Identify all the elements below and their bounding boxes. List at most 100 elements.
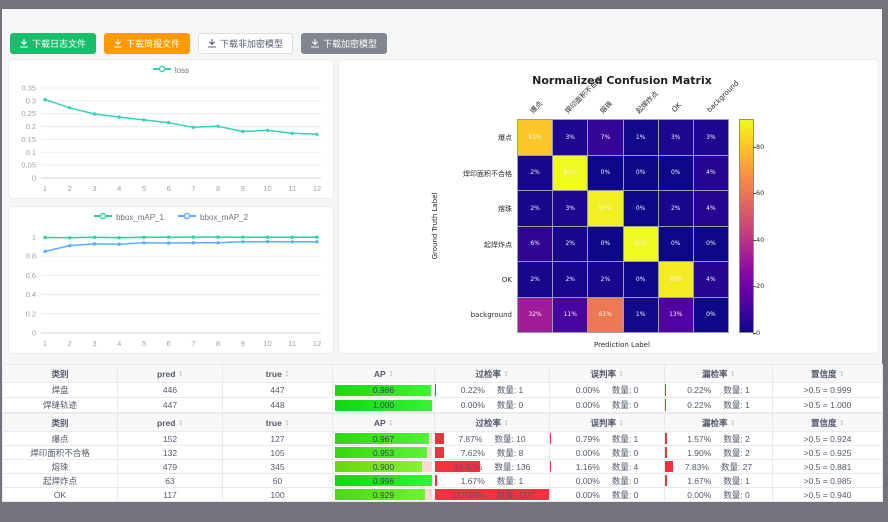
- ap-bar-track: 0.953: [335, 447, 432, 458]
- cm-cell-value: 81%: [528, 134, 541, 141]
- column-header-label: pred: [157, 369, 175, 379]
- confidence-cell: >0.5 = 0.925: [773, 446, 883, 460]
- column-header-over-rate[interactable]: 过检率▲▼: [435, 414, 550, 432]
- cm-cell: 0%: [624, 156, 658, 191]
- column-header-ap[interactable]: AP▲▼: [333, 414, 435, 432]
- column-header-miss-rate[interactable]: 漏检率▲▼: [665, 365, 773, 383]
- class-cell-value: 焊缝轨迹: [43, 400, 77, 410]
- svg-text:12: 12: [313, 184, 321, 193]
- svg-text:0.3: 0.3: [26, 96, 36, 105]
- rate-percent: 7.62%: [461, 448, 485, 458]
- svg-text:7: 7: [191, 339, 195, 348]
- rate-percent: 0.22%: [687, 400, 711, 410]
- button-label: 下载简报文件: [126, 37, 180, 50]
- cm-cell: 61%: [588, 298, 622, 333]
- rate-count: 数量: 4: [612, 461, 638, 473]
- cm-cell-value: 0%: [671, 169, 681, 176]
- column-header-true[interactable]: true▲▼: [223, 414, 333, 432]
- pred-cell: 446: [118, 383, 223, 398]
- rate-bar: [665, 433, 667, 444]
- cm-cell: 0%: [694, 298, 728, 333]
- download-icon: [20, 39, 28, 48]
- rate-bar: [435, 447, 444, 458]
- misjudge-rate-cell-content: 0.00%数量: 0: [550, 474, 664, 487]
- table-header-row: 类别pred▲▼true▲▼AP▲▼过检率▲▼误判率▲▼漏检率▲▼置信度▲▼: [3, 365, 883, 383]
- download-encrypted-model-button[interactable]: 下载加密模型: [301, 33, 387, 54]
- svg-text:11: 11: [288, 184, 296, 193]
- download-plain-model-button[interactable]: 下载非加密模型: [198, 33, 293, 54]
- table-header-row: 类别pred▲▼true▲▼AP▲▼过检率▲▼误判率▲▼漏检率▲▼置信度▲▼: [3, 414, 883, 432]
- cm-colorbar-tick: 0: [756, 329, 760, 337]
- column-header-label: true: [266, 369, 282, 379]
- rate-count: 数量: 136: [494, 461, 530, 473]
- column-header-confidence[interactable]: 置信度▲▼: [773, 414, 883, 432]
- true-cell: 345: [223, 460, 333, 474]
- svg-text:0: 0: [32, 329, 36, 338]
- rate-percent: 1.16%: [576, 462, 600, 472]
- cm-cell-value: 6%: [530, 240, 540, 247]
- svg-text:0.8: 0.8: [26, 252, 36, 261]
- column-header-confidence[interactable]: 置信度▲▼: [773, 365, 883, 383]
- column-header-misjudge-rate[interactable]: 误判率▲▼: [550, 414, 665, 432]
- cm-col-label: OK: [670, 101, 683, 114]
- column-header-true[interactable]: true▲▼: [223, 365, 333, 383]
- download-report-button[interactable]: 下载简报文件: [104, 33, 190, 54]
- legend-item-bbox_mAP_2[interactable]: bbox_mAP_2: [178, 212, 248, 222]
- pred-cell: 63: [118, 474, 223, 488]
- rate-bar: [550, 461, 551, 472]
- download-icon: [208, 39, 216, 48]
- ap-value: 0.929: [335, 489, 432, 500]
- ap-bar-track: 1.000: [335, 400, 432, 411]
- ap-cell: 1.000: [333, 398, 435, 413]
- rate-count: 数量: 0: [612, 399, 638, 411]
- rate-bar: [435, 475, 437, 486]
- rate-count: 数量: 0: [612, 489, 638, 501]
- svg-text:10: 10: [263, 184, 271, 193]
- true-cell: 447: [223, 383, 333, 398]
- svg-text:8: 8: [216, 339, 220, 348]
- true-cell: 105: [223, 446, 333, 460]
- cm-row-label: 爆点: [442, 133, 512, 143]
- legend-item-bbox_mAP_1[interactable]: bbox_mAP_1: [94, 212, 164, 222]
- column-header-misjudge-rate[interactable]: 误判率▲▼: [550, 365, 665, 383]
- loss-chart-card: 00.050.10.150.20.250.30.3512345678910111…: [8, 59, 334, 199]
- svg-text:4: 4: [117, 339, 121, 348]
- cm-cell-value: 3%: [706, 134, 716, 141]
- cm-colorbar-tick: 40: [756, 236, 764, 244]
- confidence-cell: >0.5 = 0.985: [773, 474, 883, 488]
- rate-count: 数量: 1: [723, 399, 749, 411]
- rate-percent: 0.00%: [687, 490, 711, 500]
- column-header-pred[interactable]: pred▲▼: [118, 365, 223, 383]
- true-cell-value: 60: [273, 476, 282, 486]
- rate-count: 数量: 1: [723, 475, 749, 487]
- column-header-ap[interactable]: AP▲▼: [333, 365, 435, 383]
- download-log-button[interactable]: 下载日志文件: [10, 33, 96, 54]
- miss-rate-cell: 7.83%数量: 27: [665, 460, 773, 474]
- ap-bar-track: 0.929: [335, 489, 432, 500]
- confidence-cell-value: >0.5 = 0.881: [804, 462, 852, 472]
- confusion-matrix-title: Normalized Confusion Matrix: [532, 74, 712, 87]
- svg-text:5: 5: [142, 184, 146, 193]
- over-rate-cell: 0.00%数量: 0: [435, 398, 550, 413]
- ap-value: 0.996: [335, 475, 432, 486]
- cm-cell-value: 3%: [565, 134, 575, 141]
- rate-percent: 0.00%: [576, 385, 600, 395]
- rate-count: 数量: 2: [723, 447, 749, 459]
- column-header-miss-rate[interactable]: 漏检率▲▼: [665, 414, 773, 432]
- ap-cell: 0.900: [333, 460, 435, 474]
- confusion-matrix-grid: 81%3%7%1%3%3%2%92%0%0%0%4%2%3%90%0%2%4%6…: [517, 119, 729, 333]
- misjudge-rate-cell: 0.00%数量: 0: [550, 383, 665, 398]
- pred-cell-value: 63: [165, 476, 174, 486]
- ap-value: 0.953: [335, 447, 432, 458]
- misjudge-rate-cell-content: 0.00%数量: 0: [550, 488, 664, 501]
- rate-count: 数量: 10: [494, 433, 525, 445]
- sort-caret-icon: ▲▼: [840, 370, 844, 378]
- legend-item-loss[interactable]: loss: [153, 65, 189, 75]
- chart-legend: bbox_mAP_1 bbox_mAP_2: [9, 212, 333, 222]
- rate-percent: 39.42%: [454, 462, 483, 472]
- over-rate-cell: 39.42% 数量: 136: [435, 460, 550, 474]
- column-header-over-rate[interactable]: 过检率▲▼: [435, 365, 550, 383]
- misjudge-rate-cell: 0.00%数量: 0: [550, 474, 665, 488]
- legend-label: loss: [175, 66, 189, 75]
- column-header-pred[interactable]: pred▲▼: [118, 414, 223, 432]
